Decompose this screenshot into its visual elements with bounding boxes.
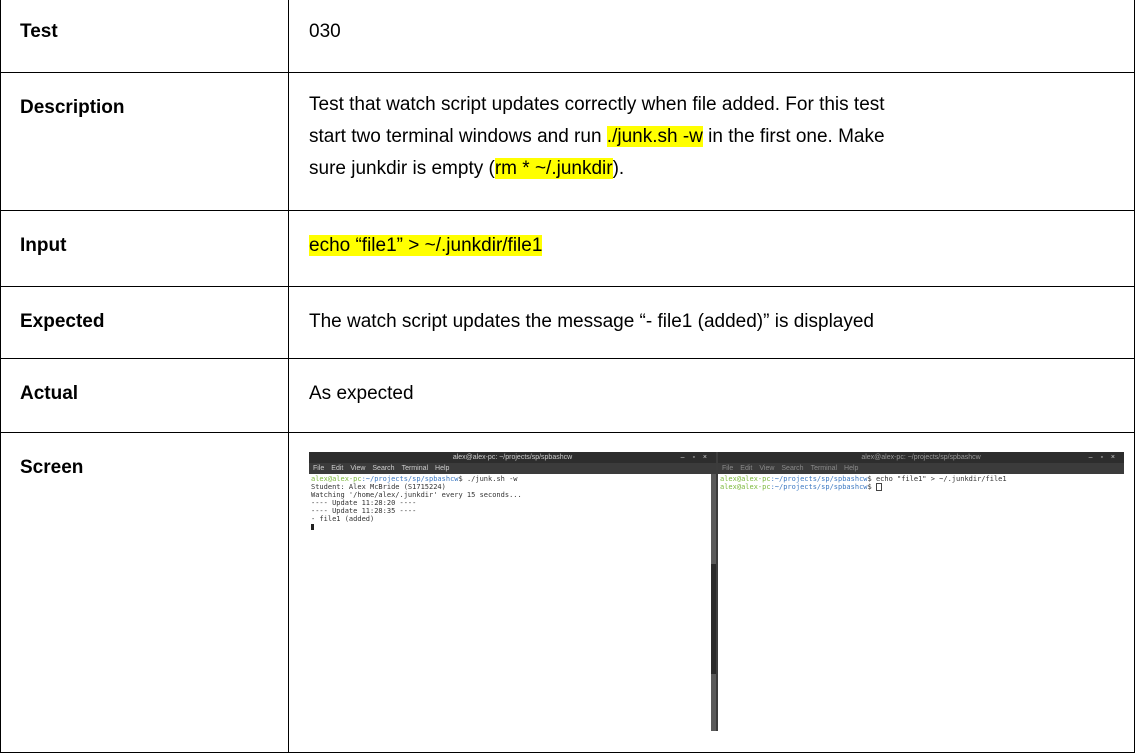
terminal-2-menu-edit: Edit <box>740 465 753 472</box>
terminal-1-scrollbar <box>711 474 716 731</box>
terminal-1-title: alex@alex-pc: ~/projects/sp/spbashcw <box>452 454 573 461</box>
terminal-2-prompt-user: alex@alex-pc <box>720 475 771 483</box>
highlight-junk-command: ./junk.sh -w <box>606 126 703 147</box>
highlight-input-command: echo “file1” > ~/.junkdir/file1 <box>309 235 543 256</box>
terminal-1-prompt-user: alex@alex-pc <box>311 475 362 483</box>
terminal-1-menu-terminal: Terminal <box>401 465 429 472</box>
description-line-2a: start two terminal windows and run <box>309 126 607 147</box>
terminal-1-output: alex@alex-pc:~/projects/sp/spbashcw$ ./j… <box>309 474 716 532</box>
terminal-2-menu-file: File <box>722 465 734 472</box>
terminal-1-output-line: Student: Alex McBride (S1715224) <box>311 483 446 491</box>
row-screen: Screen alex@alex-pc: ~/projects/sp/spbas… <box>0 432 1135 753</box>
row-actual: Actual As expected <box>0 358 1135 433</box>
terminal-2-prompt-path: :~/projects/sp/spbashcw <box>770 475 868 483</box>
label-screen: Screen <box>0 432 289 753</box>
terminal-2-titlebar: alex@alex-pc: ~/projects/sp/spbashcw – ▫… <box>718 452 1124 463</box>
terminal-2-menu-help: Help <box>844 465 859 472</box>
terminal-1-scroll-thumb <box>711 564 716 674</box>
terminal-2-title: alex@alex-pc: ~/projects/sp/spbashcw <box>861 454 981 461</box>
terminal-1-output-line: ---- Update 11:28:20 ---- <box>311 499 417 507</box>
highlight-rm-command: rm * ~/.junkdir <box>494 158 613 179</box>
terminal-1-command-line: alex@alex-pc:~/projects/sp/spbashcw$ ./j… <box>311 475 714 483</box>
terminal-1-menubar: File Edit View Search Terminal Help <box>309 463 716 474</box>
terminal-1-cursor-line <box>311 523 714 531</box>
test-case-table: Test 030 Description Test that watch scr… <box>0 0 1135 753</box>
label-test: Test <box>0 0 289 73</box>
terminal-1-titlebar: alex@alex-pc: ~/projects/sp/spbashcw – ▫… <box>309 452 716 463</box>
terminal-1-window-controls-icon: – ▫ × <box>680 454 710 461</box>
description-line-3a: sure junkdir is empty ( <box>309 158 495 179</box>
value-screen: alex@alex-pc: ~/projects/sp/spbashcw – ▫… <box>288 432 1135 753</box>
terminal-1-menu-view: View <box>350 465 366 472</box>
terminal-screenshot: alex@alex-pc: ~/projects/sp/spbashcw – ▫… <box>309 452 1124 731</box>
terminal-2-cursor-icon <box>875 483 882 491</box>
terminal-1-output-line: - file1 (added) <box>311 515 375 523</box>
terminal-1-output-line: Watching '/home/alex/.junkdir' every 15 … <box>311 491 522 499</box>
label-expected: Expected <box>0 286 289 359</box>
row-description: Description Test that watch script updat… <box>0 72 1135 211</box>
terminal-1-menu-file: File <box>313 465 325 472</box>
terminal-2-command: $ echo "file1" > ~/.junkdir/file1 <box>867 475 1007 483</box>
terminal-2-command-line: alex@alex-pc:~/projects/sp/spbashcw$ ech… <box>720 475 1122 483</box>
terminal-2-prompt-line: alex@alex-pc:~/projects/sp/spbashcw$ <box>720 483 1122 491</box>
value-input: echo “file1” > ~/.junkdir/file1 <box>288 210 1135 287</box>
terminal-2-window-controls-icon: – ▫ × <box>1088 454 1118 461</box>
terminal-1-cursor-icon <box>311 524 314 530</box>
screenshot-container: alex@alex-pc: ~/projects/sp/spbashcw – ▫… <box>289 433 1134 746</box>
terminal-2-prompt2-end: $ <box>867 483 876 491</box>
terminal-2-menu-search: Search <box>781 465 804 472</box>
value-expected: The watch script updates the message “- … <box>288 286 1135 359</box>
value-actual: As expected <box>288 358 1135 433</box>
row-expected: Expected The watch script updates the me… <box>0 286 1135 359</box>
description-line-3: sure junkdir is empty (rm * ~/.junkdir). <box>309 153 1134 185</box>
terminal-window-2: alex@alex-pc: ~/projects/sp/spbashcw – ▫… <box>718 452 1124 731</box>
terminal-1-output-line: ---- Update 11:28:35 ---- <box>311 507 417 515</box>
terminal-2-menu-view: View <box>759 465 775 472</box>
terminal-1-menu-help: Help <box>435 465 450 472</box>
terminal-2-menubar: File Edit View Search Terminal Help <box>718 463 1124 474</box>
terminal-1-prompt-path: :~/projects/sp/spbashcw <box>361 475 459 483</box>
description-line-1: Test that watch script updates correctly… <box>309 94 885 115</box>
terminal-1-menu-search: Search <box>372 465 395 472</box>
row-test: Test 030 <box>0 0 1135 73</box>
description-line-2: start two terminal windows and run ./jun… <box>309 121 1134 153</box>
row-input: Input echo “file1” > ~/.junkdir/file1 <box>0 210 1135 287</box>
terminal-2-prompt2-user: alex@alex-pc <box>720 483 771 491</box>
test-case-document: Test 030 Description Test that watch scr… <box>0 0 1137 753</box>
terminal-2-prompt2-path: :~/projects/sp/spbashcw <box>770 483 868 491</box>
label-description: Description <box>0 72 289 211</box>
description-line-2b: in the first one. Make <box>702 126 885 147</box>
value-test: 030 <box>288 0 1135 73</box>
terminal-1-menu-edit: Edit <box>331 465 344 472</box>
description-line-3b: ). <box>612 158 625 179</box>
label-input: Input <box>0 210 289 287</box>
terminal-2-menu-terminal: Terminal <box>810 465 838 472</box>
value-description: Test that watch script updates correctly… <box>288 72 1135 211</box>
terminal-2-output: alex@alex-pc:~/projects/sp/spbashcw$ ech… <box>718 474 1124 492</box>
label-actual: Actual <box>0 358 289 433</box>
terminal-1-command: $ ./junk.sh -w <box>458 475 518 483</box>
terminal-window-1: alex@alex-pc: ~/projects/sp/spbashcw – ▫… <box>309 452 718 731</box>
